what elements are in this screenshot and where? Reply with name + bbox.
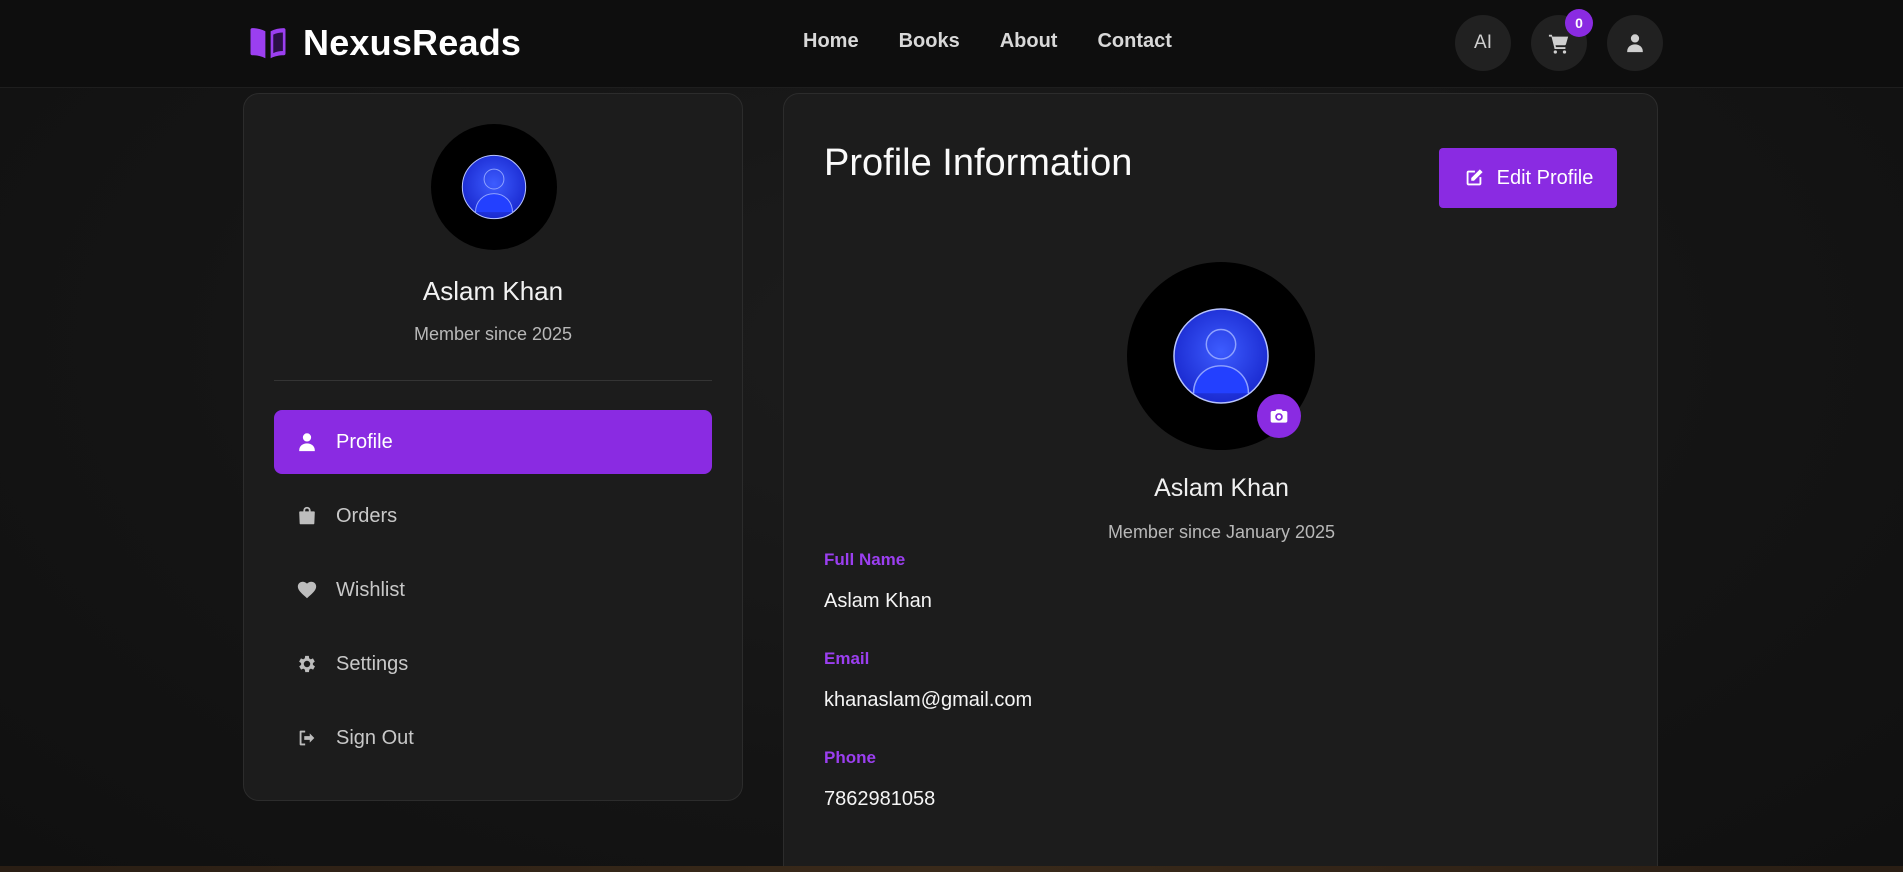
edit-icon	[1466, 169, 1483, 186]
avatar	[431, 124, 557, 250]
top-navbar: NexusReads Home Books About Contact AI 0	[0, 0, 1903, 88]
change-photo-button[interactable]	[1257, 394, 1301, 438]
phone-value: 7862981058	[824, 788, 936, 810]
edit-profile-label: Edit Profile	[1496, 166, 1594, 189]
email-label: Email	[824, 649, 870, 668]
footer-edge	[0, 866, 1903, 872]
sidebar-item-label: Settings	[336, 652, 409, 675]
full-name-label: Full Name	[824, 550, 906, 569]
sidebar-item-wishlist[interactable]: Wishlist	[274, 558, 712, 622]
book-icon	[250, 28, 286, 59]
account-button[interactable]	[1607, 15, 1663, 71]
sidebar-item-orders[interactable]: Orders	[274, 484, 712, 548]
heart-icon	[297, 581, 317, 599]
sign-out-icon	[299, 730, 315, 746]
cart-count-badge: 0	[1565, 9, 1593, 37]
profile-info-panel: Profile Information Edit Profile Aslam K…	[783, 93, 1658, 872]
brand-logo[interactable]: NexusReads	[247, 22, 521, 64]
sidebar-item-sign-out[interactable]: Sign Out	[274, 706, 712, 770]
user-icon	[299, 433, 315, 452]
user-icon	[1627, 34, 1643, 53]
sidebar-item-label: Wishlist	[336, 578, 405, 601]
phone-label: Phone	[824, 748, 876, 767]
nav-home[interactable]: Home	[803, 30, 859, 53]
email-value: khanaslam@gmail.com	[824, 689, 1033, 711]
profile-member-since: Member since January 2025	[1107, 522, 1336, 542]
nav-contact[interactable]: Contact	[1097, 30, 1171, 53]
profile-sidebar: Aslam Khan Member since 2025 Profile Ord…	[243, 93, 743, 801]
cart-button[interactable]: 0	[1531, 9, 1593, 71]
ai-label: AI	[1474, 32, 1492, 53]
ai-button[interactable]: AI	[1455, 15, 1511, 71]
sidebar-user-name: Aslam Khan	[422, 276, 564, 306]
gear-icon	[299, 655, 315, 673]
sidebar-item-label: Profile	[336, 430, 393, 453]
main-nav: Home Books About Contact	[803, 30, 1172, 53]
nav-books[interactable]: Books	[899, 30, 960, 53]
divider	[274, 380, 712, 381]
nav-about[interactable]: About	[1000, 30, 1058, 53]
cart-icon	[1548, 34, 1569, 54]
full-name-value: Aslam Khan	[824, 590, 932, 612]
sidebar-menu: Profile Orders Wishlist Settings Sign Ou…	[274, 410, 712, 780]
profile-user-name: Aslam Khan	[1154, 474, 1289, 502]
brand-name: NexusReads	[303, 22, 522, 63]
bag-icon	[299, 506, 315, 525]
sidebar-item-label: Sign Out	[336, 726, 414, 749]
sidebar-item-label: Orders	[336, 504, 398, 527]
user-avatar-icon	[461, 154, 527, 220]
camera-icon	[1270, 409, 1288, 423]
page-title: Profile Information	[824, 142, 1133, 184]
user-avatar-icon	[1173, 308, 1269, 404]
edit-profile-button[interactable]: Edit Profile	[1439, 148, 1617, 208]
sidebar-item-profile[interactable]: Profile	[274, 410, 712, 474]
sidebar-item-settings[interactable]: Settings	[274, 632, 712, 696]
sidebar-member-since: Member since 2025	[413, 324, 573, 344]
